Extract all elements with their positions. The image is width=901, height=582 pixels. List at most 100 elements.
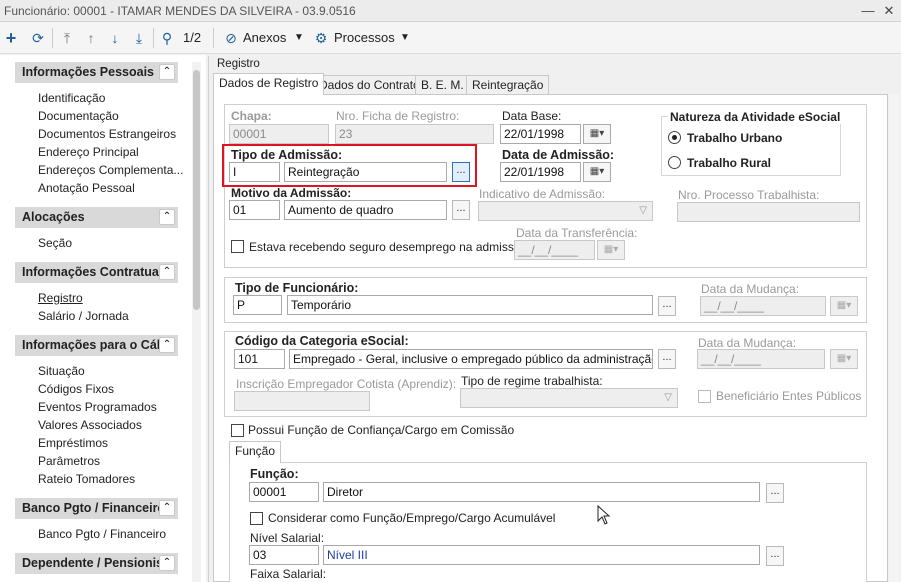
motivo-admissao-label: Motivo da Admissão: bbox=[231, 186, 352, 200]
tab-reintegracao[interactable]: Reintegração bbox=[466, 75, 550, 95]
collapse-icon[interactable]: ⌃ bbox=[159, 64, 175, 80]
categoria-desc-input[interactable]: Empregado - Geral, inclusive o empregado… bbox=[289, 349, 653, 369]
sidebar-section-title: Banco Pgto / Financeiro bbox=[22, 501, 166, 515]
nivel-desc-input[interactable]: Nível III bbox=[323, 545, 760, 565]
sidebar-item-documentos-estrangeiros[interactable]: Documentos Estrangeiros bbox=[38, 127, 176, 141]
indicativo-select[interactable]: ▽ bbox=[478, 201, 653, 221]
categoria-lookup-button[interactable]: ... bbox=[658, 349, 676, 369]
calendar-icon[interactable]: ▦▾ bbox=[830, 349, 858, 369]
data-transferencia-input[interactable]: __/__/____ bbox=[514, 240, 595, 260]
sidebar-section-informacoes-contratuais[interactable]: Informações Contratua ⌃ bbox=[15, 262, 178, 283]
data-base-input[interactable]: 22/01/1998 bbox=[500, 124, 581, 144]
possui-funcao-checkbox[interactable] bbox=[231, 424, 244, 437]
seguro-desemprego-checkbox[interactable] bbox=[231, 240, 244, 253]
motivo-desc-input[interactable]: Aumento de quadro bbox=[284, 200, 447, 220]
processos-menu[interactable]: Processos bbox=[334, 28, 395, 48]
sidebar-item-emprestimos[interactable]: Empréstimos bbox=[38, 436, 108, 450]
toolbar-separator bbox=[213, 28, 214, 48]
nro-processo-input[interactable] bbox=[677, 202, 860, 222]
chevron-down-icon[interactable]: ▼ bbox=[294, 28, 304, 48]
considerar-checkbox[interactable] bbox=[250, 512, 263, 525]
tipo-admissao-desc-input[interactable]: Reintegração bbox=[284, 162, 447, 182]
tab-dados-de-registro[interactable]: Dados de Registro bbox=[213, 73, 325, 95]
data-mudanca-input[interactable]: __/__/____ bbox=[700, 296, 826, 316]
inscricao-input[interactable] bbox=[234, 391, 370, 411]
gear-icon[interactable]: ⚙ bbox=[313, 28, 329, 48]
sidebar-item-situacao[interactable]: Situação bbox=[38, 364, 85, 378]
tab-bem[interactable]: B. E. M. bbox=[415, 75, 470, 95]
collapse-icon[interactable]: ⌃ bbox=[159, 209, 175, 225]
tab-dados-do-contrato[interactable]: Dados do Contrato bbox=[313, 75, 426, 95]
sidebar-item-identificacao[interactable]: Identificação bbox=[38, 91, 105, 105]
main-scrollbar[interactable] bbox=[889, 94, 899, 582]
categoria-code-input[interactable]: 101 bbox=[234, 349, 285, 369]
sidebar-item-secao[interactable]: Seção bbox=[38, 236, 72, 250]
beneficiario-checkbox[interactable] bbox=[698, 390, 711, 403]
anexos-menu[interactable]: Anexos bbox=[243, 28, 286, 48]
sidebar-item-banco-pgto[interactable]: Banco Pgto / Financeiro bbox=[38, 527, 166, 541]
sidebar-item-rateio-tomadores[interactable]: Rateio Tomadores bbox=[38, 472, 135, 486]
sidebar-item-eventos-programados[interactable]: Eventos Programados bbox=[38, 400, 157, 414]
sidebar-item-endereco-principal[interactable]: Endereço Principal bbox=[38, 145, 139, 159]
data-mudanca-input[interactable]: __/__/____ bbox=[697, 349, 825, 369]
radio-trabalho-urbano[interactable] bbox=[668, 131, 681, 144]
data-admissao-input[interactable]: 22/01/1998 bbox=[500, 162, 581, 182]
motivo-lookup-button[interactable]: ... bbox=[452, 200, 470, 220]
search-icon[interactable]: ⚲ bbox=[158, 28, 176, 48]
data-transferencia-label: Data da Transferência: bbox=[516, 226, 638, 240]
chevron-down-icon[interactable]: ▼ bbox=[400, 28, 410, 48]
minimize-button[interactable]: — bbox=[858, 0, 878, 22]
last-record-icon[interactable]: ⤓ bbox=[130, 28, 148, 48]
tab-funcao[interactable]: Função bbox=[229, 441, 282, 463]
sidebar-item-valores-associados[interactable]: Valores Associados bbox=[38, 418, 142, 432]
sidebar-item-anotacao-pessoal[interactable]: Anotação Pessoal bbox=[38, 181, 135, 195]
tipo-funcionario-label: Tipo de Funcionário: bbox=[235, 281, 359, 295]
tipo-funcionario-lookup-button[interactable]: ... bbox=[658, 296, 676, 316]
beneficiario-label: Beneficiário Entes Públicos bbox=[716, 389, 862, 403]
sidebar-item-documentacao[interactable]: Documentação bbox=[38, 109, 119, 123]
collapse-icon[interactable]: ⌃ bbox=[159, 264, 175, 280]
collapse-icon[interactable]: ⌃ bbox=[159, 337, 175, 353]
chevron-down-icon: ▽ bbox=[664, 392, 672, 403]
regime-select[interactable]: ▽ bbox=[460, 388, 678, 408]
page-counter: 1/2 bbox=[183, 30, 202, 45]
funcao-lookup-button[interactable]: ... bbox=[766, 483, 784, 503]
motivo-code-input[interactable]: 01 bbox=[229, 200, 280, 220]
toolbar-separator bbox=[52, 28, 53, 48]
radio-trabalho-rural[interactable] bbox=[668, 156, 681, 169]
refresh-icon[interactable]: ⟳ bbox=[29, 28, 47, 48]
collapse-icon[interactable]: ⌃ bbox=[159, 555, 175, 571]
sidebar-section-informacoes-calculo[interactable]: Informações para o Cál ⌃ bbox=[15, 335, 178, 356]
next-record-icon[interactable]: ↓ bbox=[106, 28, 124, 48]
tipo-funcionario-desc-input[interactable]: Temporário bbox=[287, 295, 653, 315]
first-record-icon[interactable]: ⤒ bbox=[58, 28, 76, 48]
sidebar-item-registro[interactable]: Registro bbox=[38, 291, 83, 305]
nivel-code-input[interactable]: 03 bbox=[249, 545, 319, 565]
paperclip-icon[interactable]: ⊘ bbox=[224, 28, 238, 48]
sidebar-item-salario-jornada[interactable]: Salário / Jornada bbox=[38, 309, 129, 323]
tipo-admissao-lookup-button[interactable]: ... bbox=[452, 162, 470, 182]
chapa-input[interactable]: 00001 bbox=[229, 124, 329, 144]
tipo-funcionario-code-input[interactable]: P bbox=[233, 295, 282, 315]
funcao-code-input[interactable]: 00001 bbox=[249, 482, 319, 502]
sidebar-item-codigos-fixos[interactable]: Códigos Fixos bbox=[38, 382, 114, 396]
nro-ficha-input[interactable]: 23 bbox=[335, 124, 494, 144]
plus-icon[interactable]: + bbox=[3, 28, 19, 48]
calendar-icon[interactable]: ▦▾ bbox=[583, 124, 611, 144]
tipo-admissao-code-input[interactable]: I bbox=[229, 162, 280, 182]
sidebar-section-informacoes-pessoais[interactable]: Informações Pessoais ⌃ bbox=[15, 62, 178, 83]
funcao-desc-input[interactable]: Diretor bbox=[323, 482, 760, 502]
calendar-icon[interactable]: ▦▾ bbox=[583, 162, 611, 182]
previous-record-icon[interactable]: ↑ bbox=[82, 28, 100, 48]
sidebar-scrollbar-thumb[interactable] bbox=[193, 70, 200, 310]
calendar-icon[interactable]: ▦▾ bbox=[597, 240, 625, 260]
sidebar-item-enderecos-complementares[interactable]: Endereços Complementa... bbox=[38, 163, 183, 177]
sidebar-section-dependente[interactable]: Dependente / Pensionis ⌃ bbox=[15, 553, 178, 574]
collapse-icon[interactable]: ⌃ bbox=[159, 500, 175, 516]
sidebar-item-parametros[interactable]: Parâmetros bbox=[38, 454, 100, 468]
sidebar-section-banco-pgto[interactable]: Banco Pgto / Financeiro ⌃ bbox=[15, 498, 178, 519]
close-button[interactable]: ✕ bbox=[879, 0, 899, 22]
nivel-lookup-button[interactable]: ... bbox=[766, 546, 784, 566]
calendar-icon[interactable]: ▦▾ bbox=[830, 296, 858, 316]
sidebar-section-alocacoes[interactable]: Alocações ⌃ bbox=[15, 207, 178, 228]
